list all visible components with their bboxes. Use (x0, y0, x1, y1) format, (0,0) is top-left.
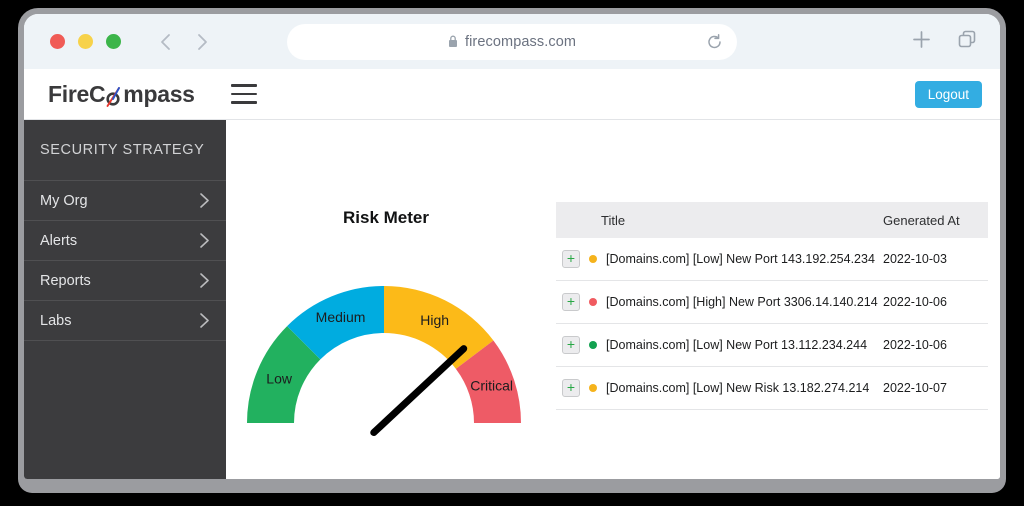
table-header-row: Title Generated At (556, 202, 988, 238)
hamburger-bar (230, 92, 257, 96)
table-body: + [Domains.com] [Low] New Port 143.192.25… (556, 238, 988, 410)
app-body: SECURITY STRATEGY My Org Alerts Reports (24, 120, 1000, 479)
expand-row-button[interactable]: + (562, 379, 580, 397)
plus-icon[interactable] (912, 30, 931, 54)
column-header-title: Title (601, 212, 626, 228)
alert-generated-at: 2022-10-07 (883, 381, 947, 395)
severity-dot (589, 341, 597, 349)
gauge-label-medium: Medium (316, 309, 366, 325)
severity-dot (589, 384, 597, 392)
sidebar-item-my-org[interactable]: My Org (24, 181, 226, 221)
alert-generated-at: 2022-10-06 (883, 338, 947, 352)
chevron-right-icon (199, 192, 210, 209)
browser-window-bezel: firecompass.com FireC mpass Logout SECUR… (18, 8, 1006, 493)
maximize-window-button[interactable] (106, 34, 121, 49)
browser-chrome: firecompass.com (24, 14, 1000, 69)
sidebar-item-labs[interactable]: Labs (24, 301, 226, 341)
back-icon[interactable] (159, 32, 172, 52)
alert-title[interactable]: [Domains.com] [High] New Port 3306.14.14… (606, 295, 883, 309)
alert-title[interactable]: [Domains.com] [Low] New Port 13.112.234.… (606, 338, 883, 352)
sidebar-item-label: Reports (40, 272, 91, 289)
chevron-right-icon (199, 232, 210, 249)
hamburger-bar (230, 101, 257, 104)
close-window-button[interactable] (50, 34, 65, 49)
risk-meter-title: Risk Meter (343, 208, 429, 227)
table-row[interactable]: + [Domains.com] [High] New Port 3306.14.1… (556, 281, 988, 324)
sidebar-title: SECURITY STRATEGY (24, 120, 226, 181)
gauge-label-critical: Critical (470, 378, 513, 394)
sidebar-item-alerts[interactable]: Alerts (24, 221, 226, 261)
alert-title[interactable]: [Domains.com] [Low] New Risk 13.182.274.… (606, 381, 883, 395)
browser-nav-arrows (159, 32, 209, 52)
address-bar[interactable]: firecompass.com (287, 23, 737, 60)
table-row[interactable]: + [Domains.com] [Low] New Port 143.192.25… (556, 238, 988, 281)
column-header-generated-at: Generated At (883, 212, 960, 228)
risk-meter-panel: Risk Meter Low Medium High Critical (226, 120, 546, 479)
expand-row-button[interactable]: + (562, 336, 580, 354)
alert-generated-at: 2022-10-03 (883, 252, 947, 266)
window-traffic-lights (50, 34, 121, 49)
forward-icon[interactable] (196, 32, 209, 52)
url-text: firecompass.com (464, 33, 577, 50)
alert-title[interactable]: [Domains.com] [Low] New Port 143.192.254… (606, 252, 883, 266)
main-content: Risk Meter Low Medium High Critical Title G… (226, 120, 1000, 479)
browser-chrome-actions (912, 29, 978, 55)
hamburger-bar (230, 84, 257, 87)
chevron-right-icon (199, 272, 210, 289)
gauge-label-high: High (420, 312, 449, 328)
brand-logo[interactable]: FireC mpass (48, 81, 195, 108)
table-row[interactable]: + [Domains.com] [Low] New Port 13.112.234… (556, 324, 988, 367)
sidebar-item-label: Alerts (40, 232, 78, 249)
browser-window: firecompass.com FireC mpass Logout SECUR… (24, 14, 1000, 479)
alerts-table: Title Generated At + [Domains.com] [Low] … (556, 202, 988, 410)
compass-needle-icon (105, 83, 123, 107)
severity-dot (589, 298, 597, 306)
chevron-right-icon (199, 312, 210, 329)
expand-row-button[interactable]: + (562, 250, 580, 268)
severity-dot (589, 255, 597, 263)
expand-row-button[interactable]: + (562, 293, 580, 311)
sidebar-item-reports[interactable]: Reports (24, 261, 226, 301)
reload-icon[interactable] (706, 33, 723, 50)
sidebar-item-label: My Org (40, 192, 88, 209)
sidebar-item-label: Labs (40, 312, 72, 329)
alert-generated-at: 2022-10-06 (883, 295, 947, 309)
sidebar: SECURITY STRATEGY My Org Alerts Reports (24, 120, 226, 479)
hamburger-icon[interactable] (230, 84, 257, 104)
logout-button[interactable]: Logout (914, 80, 982, 108)
minimize-window-button[interactable] (78, 34, 93, 49)
brand-logo-suffix: mpass (123, 80, 195, 107)
gauge-needle-line (370, 345, 468, 437)
brand-logo-prefix: FireC (48, 80, 106, 107)
gauge-segments (247, 286, 521, 423)
copy-tabs-icon[interactable] (957, 29, 978, 55)
gauge-needle (370, 345, 468, 437)
app-header: FireC mpass Logout (24, 69, 1000, 120)
risk-meter-gauge: Low Medium High Critical (247, 286, 521, 437)
lock-icon (448, 35, 458, 48)
gauge-label-low: Low (266, 370, 293, 386)
table-row[interactable]: + [Domains.com] [Low] New Risk 13.182.274… (556, 367, 988, 410)
